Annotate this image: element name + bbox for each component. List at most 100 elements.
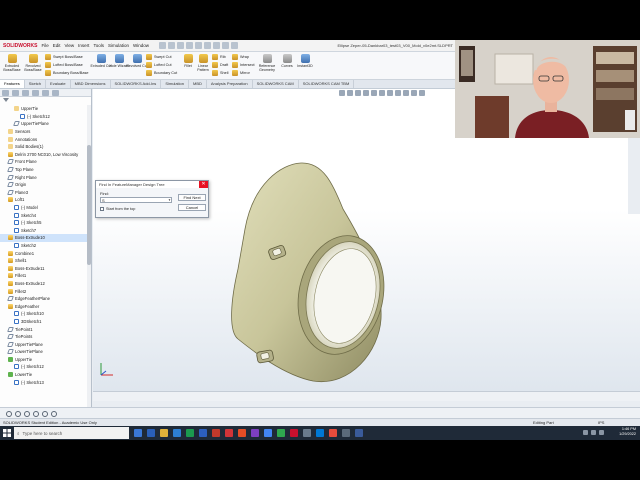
line-icon[interactable] (24, 410, 30, 417)
select-icon[interactable] (212, 42, 220, 49)
tree-item[interactable]: Plane3 (0, 189, 88, 197)
tree-item[interactable]: UpperTiePlane (0, 120, 88, 128)
tree-item[interactable]: TiePoints (0, 333, 88, 341)
app-icon-2[interactable] (342, 429, 350, 437)
tree-item[interactable]: UpperTie (0, 105, 88, 113)
tree-item[interactable]: LowerTie (0, 371, 88, 379)
instant3d-button[interactable]: Instant3D (294, 54, 316, 68)
menu-insert[interactable]: Insert (78, 43, 89, 48)
close-icon[interactable]: ✕ (199, 181, 208, 188)
menu-tools[interactable]: Tools (93, 43, 104, 48)
extruded-boss-button[interactable]: Extruded Boss/Base (1, 54, 23, 72)
checkbox[interactable] (100, 207, 104, 211)
arc-icon[interactable] (42, 410, 48, 417)
cancel-button[interactable]: Cancel (178, 204, 206, 211)
onenote-icon[interactable] (251, 429, 259, 437)
mirror-button[interactable]: Mirror (232, 69, 250, 77)
revolved-boss-button[interactable]: Revolved Boss/Base (22, 54, 44, 72)
tree-item[interactable]: Right Plane (0, 173, 88, 181)
dimxpert-icon[interactable] (32, 89, 39, 96)
undo-icon[interactable] (203, 42, 211, 49)
boundary-boss-button[interactable]: Boundary Boss/Base (45, 69, 88, 77)
lofted-boss-button[interactable]: Lofted Boss/Base (45, 61, 83, 69)
tab-evaluate[interactable]: Evaluate (46, 80, 71, 88)
find-dialog-titlebar[interactable]: Find In FeatureManager Design Tree ✕ (96, 181, 208, 188)
tree-item[interactable]: Boss-Extrude11 (0, 264, 88, 272)
open-file-icon[interactable] (176, 42, 184, 49)
tree-item[interactable]: (-) Sketch12 (0, 363, 88, 371)
excel-icon[interactable] (186, 429, 194, 437)
tab-solidworks-addins[interactable]: SOLIDWORKS Add-Ins (111, 80, 162, 88)
settings-icon[interactable] (303, 429, 311, 437)
rebuild-icon[interactable] (221, 42, 229, 49)
tree-item[interactable]: (-) Sketch5 (0, 219, 88, 227)
display-manager-icon[interactable] (42, 89, 49, 96)
save-icon[interactable] (185, 42, 193, 49)
tree-item[interactable]: (-) Model (0, 204, 88, 212)
start-button[interactable] (0, 426, 14, 440)
tree-item[interactable]: Boss-Extrude10 (0, 234, 88, 242)
wrap-button[interactable]: Wrap (232, 53, 249, 61)
tree-item[interactable]: UpperTiePlane (0, 340, 88, 348)
tree-item[interactable]: LowerTiePlane (0, 348, 88, 356)
intersect-button[interactable]: Intersect (232, 61, 255, 69)
task-view-icon[interactable] (134, 429, 142, 437)
tree-scrollbar-thumb[interactable] (87, 145, 91, 265)
circle-icon[interactable] (6, 410, 12, 417)
taskbar-search[interactable]: ⌕ Type here to search (14, 427, 129, 439)
tree-item[interactable]: Sketch2 (0, 242, 88, 250)
draft-button[interactable]: Draft (212, 61, 228, 69)
powerpoint-icon[interactable] (212, 429, 220, 437)
tab-solidworks-cam[interactable]: SOLIDWORKS CAM (253, 80, 299, 88)
cam-manager-icon[interactable] (52, 89, 59, 96)
swept-boss-button[interactable]: Swept Boss/Base (45, 53, 83, 61)
zoom-icon[interactable] (316, 429, 324, 437)
new-file-icon[interactable] (167, 42, 175, 49)
menu-view[interactable]: View (64, 43, 74, 48)
tree-item[interactable]: Top Plane (0, 166, 88, 174)
print-icon[interactable] (194, 42, 202, 49)
tab-features[interactable]: Features (0, 80, 25, 88)
tree-item[interactable]: Fillet2 (0, 287, 88, 295)
solidworks-app-icon[interactable] (290, 429, 298, 437)
tree-item[interactable]: Boss-Extrude12 (0, 280, 88, 288)
volume-icon[interactable] (591, 430, 596, 435)
file-explorer-icon[interactable] (160, 429, 168, 437)
tab-simulation[interactable]: Simulation (161, 80, 189, 88)
smart-dimension-icon[interactable] (15, 410, 21, 417)
tree-item[interactable]: Annotations (0, 135, 88, 143)
edge-icon[interactable] (147, 429, 155, 437)
feature-tree-icon[interactable] (2, 89, 9, 96)
start-from-top-checkbox[interactable]: Start from the top (100, 207, 135, 211)
tree-item[interactable]: Fillet1 (0, 272, 88, 280)
network-icon[interactable] (583, 430, 588, 435)
word-icon[interactable] (199, 429, 207, 437)
solidworks-taskbar-icon[interactable] (238, 429, 246, 437)
solidworks-logo[interactable]: SOLIDWORKS (3, 43, 37, 49)
tab-solidworks-cam-tbm[interactable]: SOLIDWORKS CAM TBM (299, 80, 355, 88)
menu-file[interactable]: File (41, 43, 48, 48)
configuration-manager-icon[interactable] (22, 89, 29, 96)
tree-item[interactable]: Shell1 (0, 257, 88, 265)
mail-icon[interactable] (173, 429, 181, 437)
tree-item[interactable]: Sensors (0, 128, 88, 136)
tree-filter[interactable] (0, 97, 91, 103)
tree-item[interactable]: EdgeFeather (0, 302, 88, 310)
battery-icon[interactable] (599, 430, 604, 435)
tree-scrollbar[interactable] (87, 105, 91, 425)
app-icon[interactable] (277, 429, 285, 437)
tab-analysis-preparation[interactable]: Analysis Preparation (207, 80, 253, 88)
rectangle-icon[interactable] (33, 410, 39, 417)
swept-cut-button[interactable]: Swept Cut (146, 53, 172, 61)
tree-item[interactable]: Front Plane (0, 158, 88, 166)
tree-item[interactable]: Delrin 2700 NC010, Low Viscosity (0, 151, 88, 159)
menu-edit[interactable]: Edit (53, 43, 61, 48)
clock[interactable]: 1:46 PM 1/29/2022 (619, 427, 636, 437)
home-icon[interactable] (158, 42, 166, 49)
boundary-cut-button[interactable]: Boundary Cut (146, 69, 177, 77)
menu-simulation[interactable]: Simulation (108, 43, 129, 48)
revolved-cut-button[interactable]: Revolved Cut (126, 54, 148, 68)
options-icon[interactable] (230, 42, 238, 49)
tab-sketch[interactable]: Sketch (25, 80, 47, 88)
rib-button[interactable]: Rib (212, 53, 226, 61)
